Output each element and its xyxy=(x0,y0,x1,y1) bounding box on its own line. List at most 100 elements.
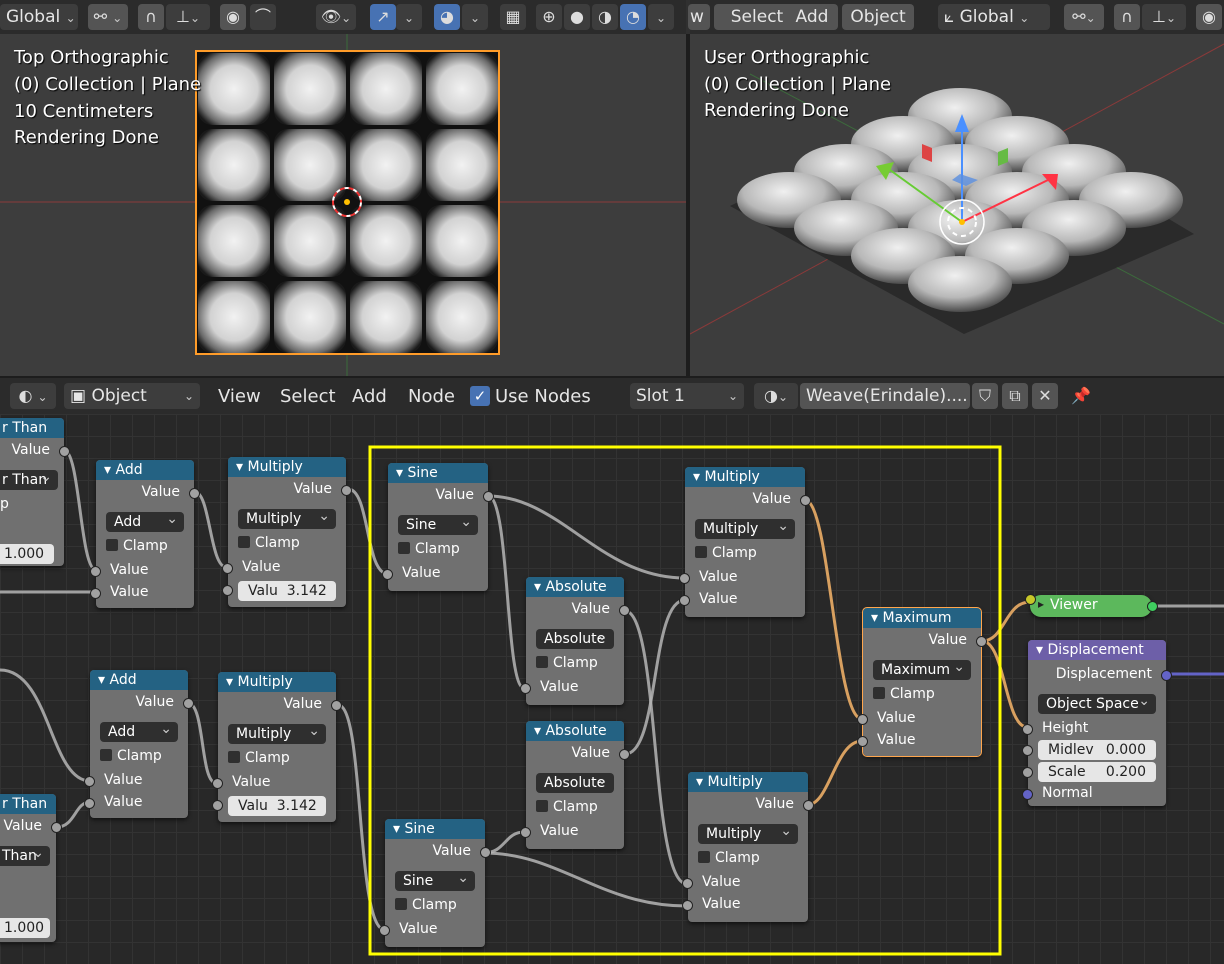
multiply-node-1[interactable]: ▾ Multiply Value Multiply Clamp Value Va… xyxy=(222,457,352,607)
clamp-option[interactable]: Clamp xyxy=(859,686,981,702)
top-orthographic-viewport[interactable]: Top Orthographic (0) Collection | Plane … xyxy=(0,34,686,376)
clamp-checkbox[interactable] xyxy=(398,542,410,554)
overlays-icon[interactable]: ◕ xyxy=(434,4,460,30)
clamp-option[interactable]: Clamp xyxy=(224,535,346,551)
operation-dropdown[interactable]: Multiply xyxy=(695,516,795,539)
use-nodes-checkbox[interactable]: ✓ xyxy=(470,386,490,406)
scale-field[interactable]: Scale 0.200 xyxy=(1038,762,1156,782)
shading-dropdown-icon[interactable]: ⌄ xyxy=(648,4,674,30)
gizmo-icon[interactable]: ↗ xyxy=(370,4,396,30)
input-socket[interactable] xyxy=(222,585,233,596)
output-socket[interactable] xyxy=(331,700,342,711)
collapse-arrow-icon[interactable]: ▾ xyxy=(226,674,237,690)
add-menu[interactable]: Add xyxy=(352,386,387,407)
visibility-eye-icon[interactable]: 👁⌄ xyxy=(316,4,356,30)
clamp-option[interactable]: Clamp xyxy=(384,541,488,557)
clamp-option[interactable]: Clamp xyxy=(522,799,624,815)
multiply-node-4[interactable]: ▾ Multiply Value Multiply Clamp Value Va… xyxy=(682,772,814,922)
operation-dropdown[interactable]: Multiply xyxy=(698,821,798,844)
input-socket[interactable] xyxy=(1022,745,1033,756)
clamp-option[interactable]: Clamp xyxy=(681,545,805,561)
editor-type-icon[interactable]: ◐ ⌄ xyxy=(10,383,56,409)
xray-icon[interactable]: ▦ xyxy=(500,4,526,30)
collapse-arrow-icon[interactable]: ▾ xyxy=(534,579,545,595)
collapse-arrow-icon[interactable]: ▾ xyxy=(236,459,247,475)
clamp-checkbox[interactable] xyxy=(873,687,885,699)
clamp-checkbox[interactable] xyxy=(100,749,112,761)
clamp-checkbox[interactable] xyxy=(698,851,710,863)
value-field[interactable]: 1.000 xyxy=(0,918,50,938)
input-socket[interactable] xyxy=(222,563,233,574)
collapse-arrow-icon[interactable]: ▾ xyxy=(104,462,115,478)
output-socket[interactable] xyxy=(619,605,630,616)
shader-type-dropdown[interactable]: ▣ Object ⌄ xyxy=(64,383,200,409)
operation-dropdown[interactable]: Absolute xyxy=(536,626,614,649)
material-browse-icon[interactable]: ◑⌄ xyxy=(754,383,798,409)
output-socket[interactable] xyxy=(619,749,630,760)
collapse-arrow-icon[interactable]: ▸ xyxy=(1038,597,1044,611)
clamp-checkbox[interactable] xyxy=(106,539,118,551)
collapse-arrow-icon[interactable]: ▾ xyxy=(871,610,882,626)
solid-shading-icon[interactable]: ● xyxy=(564,4,590,30)
add-menu[interactable]: Add xyxy=(786,4,838,30)
fake-user-shield-icon[interactable]: ⛉ xyxy=(972,383,998,409)
output-socket[interactable] xyxy=(1147,601,1158,612)
collapse-arrow-icon[interactable]: ▾ xyxy=(1036,642,1047,658)
output-socket[interactable] xyxy=(59,446,70,457)
snap-magnet-icon-right[interactable]: ∩ xyxy=(1114,4,1140,30)
transform-orientation-dropdown-right[interactable]: ⟀ Global ⌄ xyxy=(938,4,1050,30)
output-socket[interactable] xyxy=(803,800,814,811)
value-field[interactable]: Valu 3.142 xyxy=(228,796,326,816)
clamp-checkbox[interactable] xyxy=(695,546,707,558)
input-socket[interactable] xyxy=(520,827,531,838)
maximum-node[interactable]: ▾ Maximum Value Maximum Clamp Value Valu… xyxy=(857,607,987,757)
greater-than-node-2[interactable]: r Than Value Than 1.000 xyxy=(0,794,62,942)
clamp-option[interactable]: Clamp xyxy=(381,897,485,913)
operation-dropdown[interactable]: Sine xyxy=(395,868,475,891)
material-shading-icon[interactable]: ◑ xyxy=(592,4,618,30)
operation-dropdown[interactable]: Multiply xyxy=(238,506,336,529)
output-socket[interactable] xyxy=(51,822,62,833)
input-socket[interactable] xyxy=(84,776,95,787)
proportional-edit-icon-right[interactable]: ◉ xyxy=(1196,4,1222,30)
input-socket[interactable] xyxy=(382,569,393,580)
rendered-shading-icon[interactable]: ◔ xyxy=(620,4,646,30)
clamp-option[interactable]: Clamp xyxy=(214,750,336,766)
output-socket[interactable] xyxy=(1161,670,1172,681)
input-socket[interactable] xyxy=(520,683,531,694)
midlevel-field[interactable]: Midlev 0.000 xyxy=(1038,740,1156,760)
operation-dropdown[interactable]: Absolute xyxy=(536,770,614,793)
clamp-checkbox[interactable] xyxy=(536,656,548,668)
collapse-arrow-icon[interactable]: ▾ xyxy=(534,723,545,739)
view-menu[interactable]: View xyxy=(218,386,261,407)
displacement-node[interactable]: ▾ Displacement Displacement Object Space… xyxy=(1022,640,1172,806)
clamp-option[interactable]: Clamp xyxy=(522,655,624,671)
sine-node-2[interactable]: ▾ Sine Value Sine Clamp Value xyxy=(379,819,491,947)
input-socket[interactable] xyxy=(1022,724,1033,735)
input-socket[interactable] xyxy=(679,573,690,584)
duplicate-material-icon[interactable]: ⧉ xyxy=(1002,383,1028,409)
material-name-field[interactable]: Weave(Erindale).... xyxy=(800,383,970,409)
input-socket[interactable] xyxy=(1022,789,1033,800)
falloff-curve-icon[interactable]: ⌒ xyxy=(250,4,276,30)
input-socket[interactable] xyxy=(212,778,223,789)
user-orthographic-viewport[interactable]: User Orthographic (0) Collection | Plane… xyxy=(690,34,1224,376)
output-socket[interactable] xyxy=(189,488,200,499)
add-node-1[interactable]: ▾ Add Value Add Clamp Value Value xyxy=(90,460,200,608)
pivot-point-icon-right[interactable]: ⚯⌄ xyxy=(1064,4,1104,30)
operation-dropdown[interactable]: Add xyxy=(100,719,178,742)
input-socket[interactable] xyxy=(1022,767,1033,778)
wireframe-shading-icon[interactable]: ⊕ xyxy=(536,4,562,30)
transform-orientation-dropdown[interactable]: Global ⌄ xyxy=(0,4,78,30)
node-editor-canvas[interactable]: r Than Value r Than p 1.000 ▾ Add Value … xyxy=(0,414,1224,964)
pin-icon[interactable]: 📌 xyxy=(1068,383,1094,409)
input-socket[interactable] xyxy=(1025,594,1036,605)
operation-dropdown[interactable]: r Than xyxy=(0,467,58,490)
clamp-checkbox[interactable] xyxy=(238,536,250,548)
gizmo-dropdown-icon[interactable]: ⌄ xyxy=(396,4,422,30)
view-menu[interactable]: w xyxy=(688,4,710,30)
input-socket[interactable] xyxy=(90,566,101,577)
viewer-node[interactable]: ▸ Viewer xyxy=(1025,594,1158,617)
output-socket[interactable] xyxy=(800,495,811,506)
input-socket[interactable] xyxy=(90,588,101,599)
